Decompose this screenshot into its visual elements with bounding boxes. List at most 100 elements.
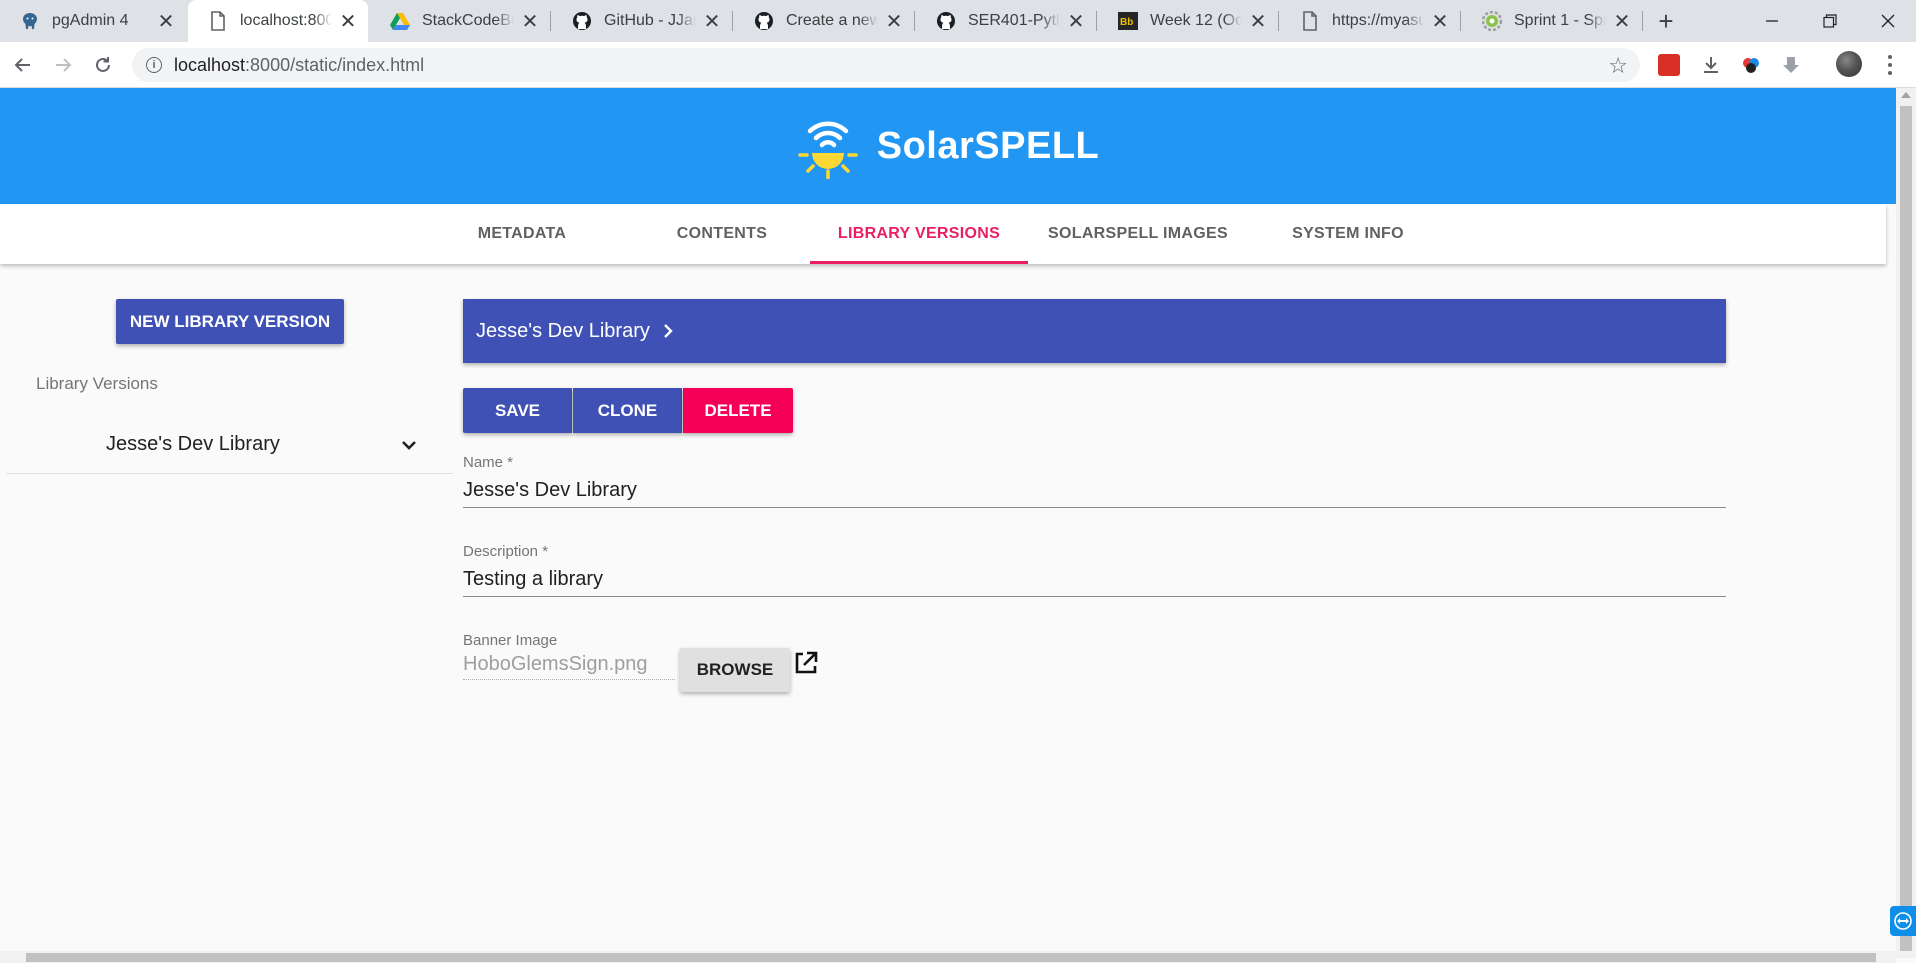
close-icon[interactable]: ✕ [154, 9, 178, 34]
browser-tab-sprint1[interactable]: Sprint 1 - Sprin ✕ [1462, 0, 1642, 42]
new-library-version-button[interactable]: NEW LIBRARY VERSION [116, 299, 344, 344]
open-in-new-icon[interactable] [793, 650, 819, 676]
page-icon [1300, 11, 1320, 31]
color-extension-icon[interactable] [1740, 54, 1762, 76]
close-icon[interactable]: ✕ [1428, 9, 1452, 34]
selected-library-title: Jesse's Dev Library [476, 319, 650, 342]
tab-contents[interactable]: CONTENTS [622, 204, 822, 264]
teamviewer-icon[interactable] [1890, 906, 1916, 936]
bookmark-star-icon[interactable]: ☆ [1608, 53, 1628, 79]
close-icon[interactable]: ✕ [1610, 9, 1634, 34]
tab-title: StackCodeBook [422, 12, 514, 29]
browser-tab-strip: pgAdmin 4 ✕ localhost:8000/static/index.… [0, 0, 1916, 42]
close-icon[interactable]: ✕ [518, 9, 542, 34]
list-item[interactable]: Jesse's Dev Library [6, 416, 453, 474]
page-viewport: SolarSPELL METADATA CONTENTS LIBRARY VER… [0, 88, 1916, 963]
info-icon[interactable]: i [146, 57, 162, 73]
tab-separator [1096, 11, 1097, 31]
chrome-menu-icon[interactable] [1880, 50, 1900, 80]
app-logo[interactable]: SolarSPELL [797, 113, 1100, 179]
close-icon[interactable]: ✕ [1064, 9, 1088, 34]
browser-tab-create-new[interactable]: Create a new b ✕ [734, 0, 914, 42]
banner-image-label: Banner Image [463, 632, 558, 649]
close-icon[interactable]: ✕ [700, 9, 724, 34]
chevron-down-icon[interactable] [398, 434, 420, 456]
download-icon[interactable] [1700, 54, 1722, 76]
url-path: :8000/static/index.html [245, 54, 425, 75]
horizontal-scroll-thumb[interactable] [26, 953, 1876, 962]
app-header: SolarSPELL [0, 88, 1896, 204]
github-icon [936, 11, 956, 31]
app-brand-name: SolarSPELL [876, 124, 1100, 167]
name-field-label: Name * [463, 454, 514, 471]
library-versions-heading: Library Versions [36, 374, 158, 393]
tab-title: SER401-Python [968, 12, 1060, 29]
tab-title: Sprint 1 - Sprin [1514, 12, 1606, 29]
tab-title: https://myasuc [1332, 12, 1424, 29]
extension-icon[interactable] [1658, 54, 1680, 76]
url-host: localhost [174, 54, 246, 75]
vertical-scroll-thumb[interactable] [1900, 106, 1912, 951]
scroll-up-arrow[interactable] [1901, 92, 1911, 98]
tab-metadata[interactable]: METADATA [422, 204, 622, 264]
drive-icon [390, 11, 410, 31]
tab-title: localhost:8000/static/index.html [240, 12, 332, 29]
tab-separator [732, 11, 733, 31]
chevron-right-icon [664, 324, 673, 338]
description-field[interactable] [463, 563, 1726, 597]
main-nav-tabs: METADATA CONTENTS LIBRARY VERSIONS SOLAR… [0, 204, 1886, 264]
browser-tab-github-jjanas[interactable]: GitHub - JJanas ✕ [552, 0, 732, 42]
forward-icon[interactable] [48, 50, 78, 80]
tab-title: Week 12 (Oct 2 [1150, 12, 1242, 29]
github-icon [572, 11, 592, 31]
tab-separator [1278, 11, 1279, 31]
horizontal-scrollbar[interactable] [0, 951, 1896, 963]
library-version-name: Jesse's Dev Library [106, 433, 280, 455]
description-field-label: Description * [463, 543, 549, 560]
svg-text:Bb: Bb [1120, 17, 1133, 28]
tab-separator [914, 11, 915, 31]
minimize-icon[interactable] [1744, 0, 1800, 42]
vertical-scrollbar[interactable] [1896, 88, 1916, 958]
tab-title: pgAdmin 4 [52, 12, 129, 29]
tab-system-info[interactable]: SYSTEM INFO [1248, 204, 1448, 264]
browser-tab-myasu[interactable]: https://myasuc ✕ [1280, 0, 1460, 42]
browse-button[interactable]: BROWSE [680, 648, 790, 692]
download-arrow-extension-icon[interactable] [1780, 54, 1802, 76]
close-icon[interactable]: ✕ [1246, 9, 1270, 34]
clone-button[interactable]: CLONE [573, 388, 682, 433]
tab-separator [1642, 11, 1643, 31]
name-field[interactable] [463, 474, 1726, 508]
solar-wifi-icon [798, 121, 858, 179]
reload-icon[interactable] [88, 50, 118, 80]
selected-library-banner[interactable]: Jesse's Dev Library [463, 299, 1726, 363]
browser-tab-ser401[interactable]: SER401-Python ✕ [916, 0, 1096, 42]
browser-tab-localhost[interactable]: localhost:8000/static/index.html ✕ [188, 0, 368, 42]
avatar[interactable] [1836, 51, 1862, 77]
page-icon [208, 11, 228, 31]
tab-title: Create a new b [786, 12, 878, 29]
browser-tab-pgadmin[interactable]: pgAdmin 4 ✕ [0, 0, 186, 42]
browser-tab-stackcodebook[interactable]: StackCodeBook ✕ [370, 0, 550, 42]
window-close-icon[interactable] [1860, 0, 1916, 42]
restore-icon[interactable] [1802, 0, 1858, 42]
close-icon[interactable]: ✕ [336, 9, 360, 34]
new-tab-button[interactable]: + [1650, 4, 1682, 38]
tab-separator [1460, 11, 1461, 31]
browser-tab-week12[interactable]: Bb Week 12 (Oct 2 ✕ [1098, 0, 1278, 42]
delete-button[interactable]: DELETE [683, 388, 793, 433]
tab-library-versions[interactable]: LIBRARY VERSIONS [810, 204, 1028, 264]
save-button[interactable]: SAVE [463, 388, 572, 433]
gear-icon [1482, 11, 1502, 31]
tab-title: GitHub - JJanas [604, 12, 696, 29]
tab-solarspell-images[interactable]: SOLARSPELL IMAGES [1028, 204, 1248, 264]
close-icon[interactable]: ✕ [882, 9, 906, 34]
back-icon[interactable] [8, 50, 38, 80]
blackboard-icon: Bb [1118, 11, 1138, 31]
browser-toolbar: i localhost:8000/static/index.html ☆ [0, 42, 1916, 88]
elephant-icon [20, 11, 40, 31]
banner-image-filename[interactable] [463, 650, 675, 680]
github-icon [754, 11, 774, 31]
tab-separator [550, 11, 551, 31]
address-bar[interactable]: i localhost:8000/static/index.html ☆ [132, 48, 1640, 82]
